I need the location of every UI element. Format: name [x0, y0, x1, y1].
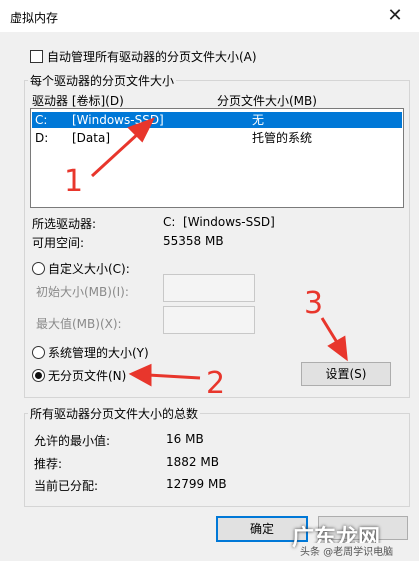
arrow-1-shaft: [90, 130, 142, 178]
arrow-3-head: [327, 335, 348, 362]
annotation-arrows: [90, 117, 348, 387]
annotation-number-3: 3: [304, 286, 324, 321]
arrow-2-shaft: [147, 373, 201, 380]
arrow-2-head: [128, 363, 152, 387]
arrow-3-shaft: [320, 317, 340, 345]
annotation-number-1: 1: [64, 164, 84, 199]
annotation-number-2: 2: [206, 366, 226, 401]
watermark-source: 头条 @老周学识电脑: [300, 543, 394, 558]
